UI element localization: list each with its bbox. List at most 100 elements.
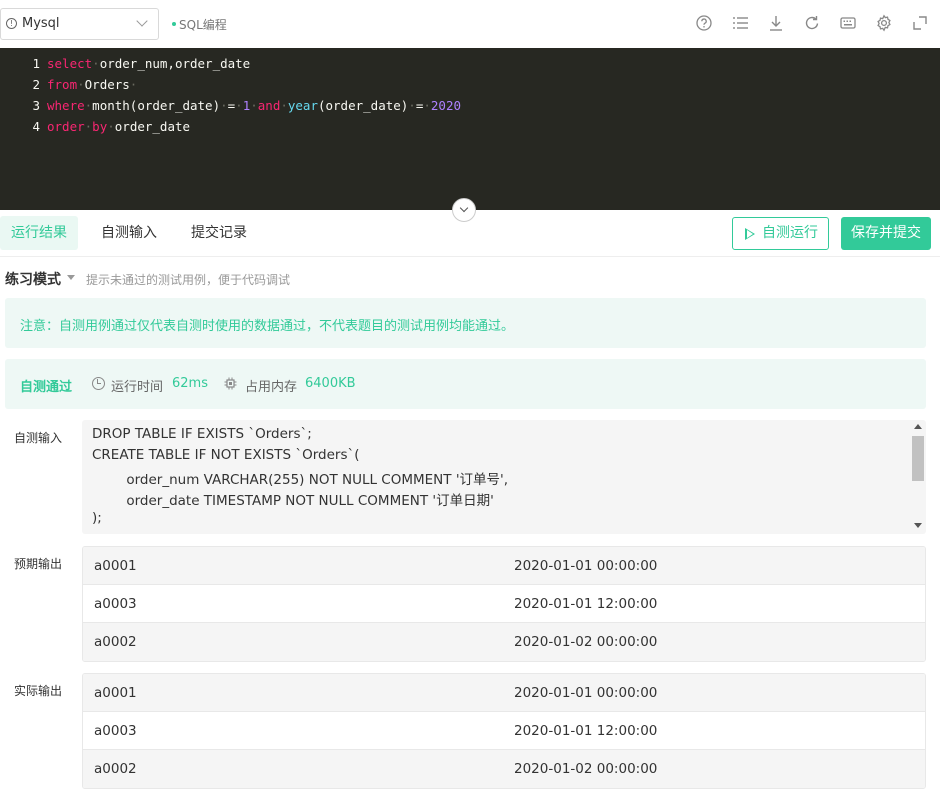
list-icon[interactable] [731, 14, 749, 32]
code-line[interactable]: 1 select·order_num,order_date [0, 53, 940, 74]
code-token: order_num,order_date [99, 56, 251, 71]
line-number: 1 [32, 56, 40, 71]
language-label: Mysql [22, 16, 60, 31]
notice-text: 注意：自测用例通过仅代表自测时使用的数据通过，不代表题目的测试用例均能通过。 [20, 319, 515, 334]
chevron-down-icon [459, 203, 469, 213]
self-test-input-box[interactable]: DROP TABLE IF EXISTS `Orders`; CREATE TAB… [82, 420, 926, 534]
fullscreen-icon[interactable] [911, 14, 929, 32]
run-status-panel: 自测通过 运行时间 62ms 占用内存 6400KB [5, 359, 926, 409]
mode-tag: SQL编程 [172, 16, 227, 33]
code-token: 2020 [430, 98, 461, 113]
save-and-submit-button[interactable]: 保存并提交 [841, 217, 931, 250]
code-text: order·by·order_date [47, 116, 190, 137]
code-token: select [47, 56, 93, 71]
code-token: Orders [84, 77, 130, 92]
order-date-cell: 2020-01-01 00:00:00 [514, 558, 658, 574]
line-number: 2 [32, 77, 40, 92]
expected-output-label: 预期输出 [14, 557, 63, 571]
keyboard-icon[interactable] [839, 14, 857, 32]
caret-down-icon[interactable] [67, 275, 75, 280]
code-token: · [250, 98, 258, 113]
order-date-cell: 2020-01-01 12:00:00 [514, 723, 658, 739]
code-text: select·order_num,order_date [47, 53, 250, 74]
input-section-label: 自测输入 [14, 431, 63, 445]
code-token: from [47, 77, 78, 92]
code-text: from·Orders· [47, 74, 137, 95]
input-line: CREATE TABLE IF NOT EXISTS `Orders`( [92, 447, 360, 463]
input-line: order_num VARCHAR(255) NOT NULL COMMENT … [92, 472, 509, 488]
order-num-cell: a0002 [94, 634, 137, 650]
refresh-icon[interactable] [803, 14, 821, 32]
code-token: and [257, 98, 281, 113]
code-line[interactable]: 3 where·month(order_date)·=·1·and·year(or… [0, 95, 940, 116]
practice-mode-hint: 提示未通过的测试用例，便于代码调试 [86, 273, 291, 287]
line-number: 3 [32, 98, 40, 113]
order-num-cell: a0003 [94, 723, 137, 739]
table-row: a0001 2020-01-01 00:00:00 [83, 674, 925, 712]
settings-icon[interactable] [875, 14, 893, 32]
run-time-label: 运行时间 [111, 380, 164, 395]
code-token: · [280, 98, 288, 113]
chevron-down-icon [136, 15, 148, 27]
code-token: · [408, 98, 416, 113]
order-num-cell: a0001 [94, 685, 137, 701]
code-editor[interactable]: 1 select·order_num,order_date 2 from·Orders… [0, 48, 940, 210]
expected-output-table: a0001 2020-01-01 00:00:00 a0003 2020-01-01 … [82, 546, 926, 662]
code-token: · [129, 77, 138, 92]
notice-banner: 注意：自测用例通过仅代表自测时使用的数据通过，不代表题目的测试用例均能通过。 [5, 298, 926, 348]
language-select[interactable]: ! Mysql [0, 8, 159, 40]
code-token: · [423, 98, 431, 113]
code-token: · [235, 98, 243, 113]
input-scrollbar[interactable] [912, 422, 924, 532]
code-token: · [220, 98, 228, 113]
mode-tag-label: SQL编程 [179, 18, 227, 32]
order-num-cell: a0002 [94, 761, 137, 777]
scrollbar-thumb[interactable] [912, 436, 924, 481]
actual-output-label: 实际输出 [14, 684, 63, 698]
play-icon [745, 228, 755, 240]
code-line[interactable]: 4 order·by·order_date [0, 116, 940, 137]
tab-run-results[interactable]: 运行结果 [0, 216, 78, 250]
code-token: year [287, 98, 318, 113]
actual-output-table: a0001 2020-01-01 00:00:00 a0003 2020-01-01 … [82, 673, 926, 789]
order-num-cell: a0001 [94, 558, 137, 574]
run-time-value: 62ms [172, 376, 208, 391]
code-token: order [47, 119, 85, 134]
scroll-down-arrow-icon[interactable] [914, 523, 922, 528]
run-button-label: 自测运行 [762, 225, 818, 241]
input-line: DROP TABLE IF EXISTS `Orders`; [92, 426, 312, 442]
code-token: month(order_date) [92, 98, 221, 113]
code-token: by [92, 119, 108, 134]
code-token: order_date [114, 119, 191, 134]
tab-custom-input[interactable]: 自测输入 [90, 216, 168, 250]
order-date-cell: 2020-01-01 00:00:00 [514, 685, 658, 701]
code-text: where·month(order_date)·=·1·and·year(ord… [47, 95, 461, 116]
table-row: a0001 2020-01-01 00:00:00 [83, 547, 925, 585]
table-row: a0003 2020-01-01 12:00:00 [83, 712, 925, 750]
memory-label: 占用内存 [245, 380, 298, 395]
tab-submission-history[interactable]: 提交记录 [180, 216, 258, 250]
self-test-run-button[interactable]: 自测运行 [732, 217, 829, 250]
scroll-up-arrow-icon[interactable] [914, 424, 922, 429]
code-line[interactable]: 2 from·Orders· [0, 74, 940, 95]
practice-mode-dropdown[interactable]: 练习模式 [5, 269, 61, 289]
table-row: a0002 2020-01-02 00:00:00 [83, 623, 925, 661]
top-toolbar: ! Mysql SQL编程 [0, 0, 940, 48]
line-number: 4 [32, 119, 40, 134]
table-row: a0002 2020-01-02 00:00:00 [83, 750, 925, 788]
code-token: (order_date) [317, 98, 409, 113]
code-token: · [92, 56, 100, 71]
order-num-cell: a0003 [94, 596, 137, 612]
collapse-editor-button[interactable] [452, 198, 476, 222]
code-token: · [107, 119, 115, 134]
code-token: where [47, 98, 85, 113]
order-date-cell: 2020-01-02 00:00:00 [514, 761, 658, 777]
input-line: ); [92, 510, 102, 526]
code-token: · [77, 77, 85, 92]
clock-icon [92, 377, 105, 390]
status-dot [172, 21, 176, 26]
info-icon: ! [6, 18, 17, 29]
order-date-cell: 2020-01-01 12:00:00 [514, 596, 658, 612]
download-icon[interactable] [767, 14, 785, 32]
help-icon[interactable] [695, 14, 713, 32]
